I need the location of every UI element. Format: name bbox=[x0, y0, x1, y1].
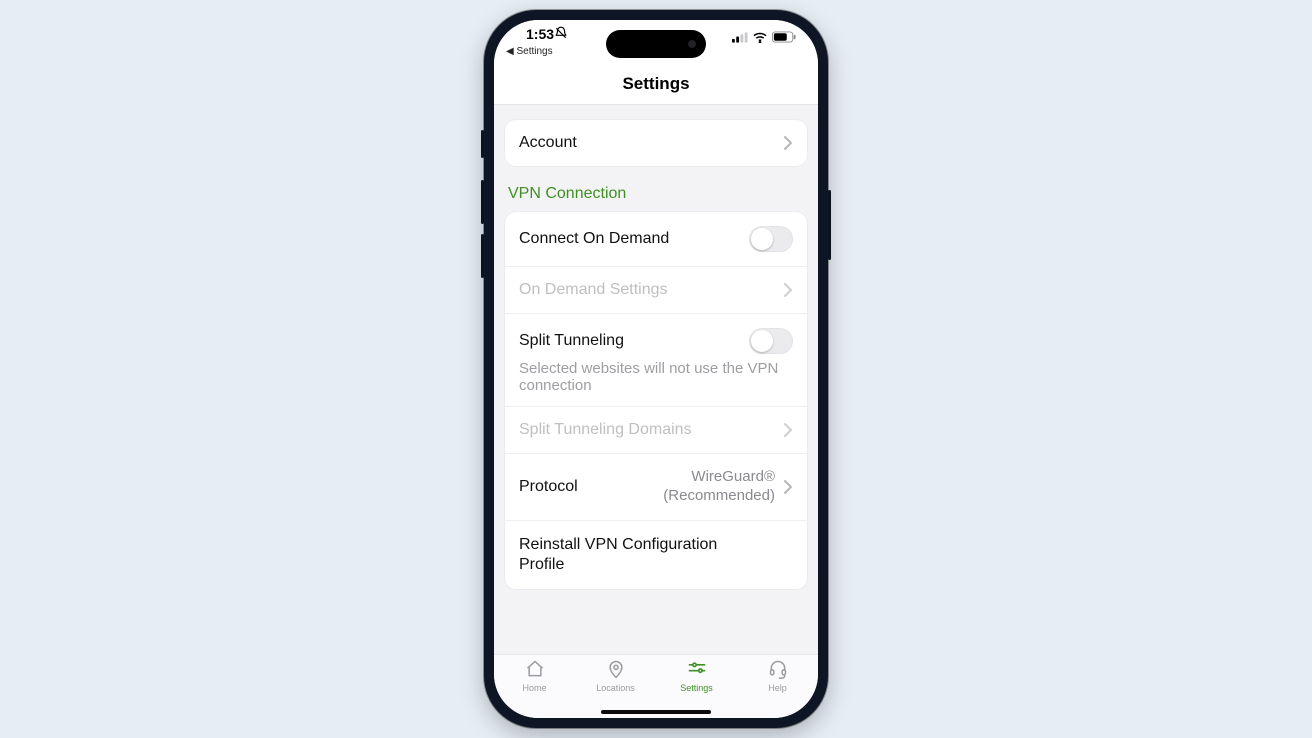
wifi-icon bbox=[752, 30, 768, 48]
breadcrumb-back[interactable]: ◀ Settings bbox=[506, 46, 553, 57]
tab-label: Settings bbox=[680, 683, 713, 693]
phone-side-button bbox=[481, 130, 484, 158]
tab-label: Locations bbox=[596, 683, 635, 693]
settings-content[interactable]: Account VPN Connection Connect On Demand… bbox=[494, 105, 818, 654]
protocol-row[interactable]: Protocol WireGuard® (Recommended) bbox=[505, 453, 807, 520]
connect-on-demand-row: Connect On Demand bbox=[505, 212, 807, 266]
tab-label: Home bbox=[522, 683, 546, 693]
breadcrumb-back-label: Settings bbox=[516, 46, 552, 57]
tab-locations[interactable]: Locations bbox=[575, 659, 656, 708]
split-tunneling-domains-label: Split Tunneling Domains bbox=[519, 421, 692, 439]
phone-side-button bbox=[828, 190, 831, 260]
chevron-right-icon bbox=[783, 282, 793, 298]
split-tunneling-toggle[interactable] bbox=[749, 328, 793, 354]
connect-on-demand-toggle[interactable] bbox=[749, 226, 793, 252]
chevron-right-icon bbox=[783, 135, 793, 151]
tab-label: Help bbox=[768, 683, 787, 693]
on-demand-settings-label: On Demand Settings bbox=[519, 281, 668, 299]
chevron-left-icon: ◀ bbox=[506, 46, 514, 57]
home-icon bbox=[525, 659, 545, 681]
phone-frame: 1:53 ◀ Settings bbox=[484, 10, 828, 728]
chevron-right-icon bbox=[783, 479, 793, 495]
phone-side-button bbox=[481, 234, 484, 278]
tab-settings[interactable]: Settings bbox=[656, 659, 737, 708]
reinstall-vpn-row[interactable]: Reinstall VPN Configuration Profile bbox=[505, 520, 807, 589]
tab-home[interactable]: Home bbox=[494, 659, 575, 708]
account-row[interactable]: Account bbox=[505, 120, 807, 166]
vpn-card: Connect On Demand On Demand Settings Spl… bbox=[504, 211, 808, 590]
phone-screen: 1:53 ◀ Settings bbox=[494, 20, 818, 718]
headset-icon bbox=[768, 659, 788, 681]
dynamic-island bbox=[606, 30, 706, 58]
on-demand-settings-row: On Demand Settings bbox=[505, 266, 807, 313]
reinstall-vpn-label: Reinstall VPN Configuration Profile bbox=[519, 535, 719, 575]
account-card: Account bbox=[504, 119, 808, 167]
split-tunneling-row: Split Tunneling bbox=[505, 313, 807, 360]
home-indicator[interactable] bbox=[494, 708, 818, 718]
vpn-section-title: VPN Connection bbox=[508, 185, 804, 203]
tab-bar: Home Locations Settings Help bbox=[494, 654, 818, 708]
split-tunneling-domains-row: Split Tunneling Domains bbox=[505, 406, 807, 453]
phone-side-button bbox=[481, 180, 484, 224]
split-tunneling-label: Split Tunneling bbox=[519, 332, 624, 350]
page-title: Settings bbox=[494, 74, 818, 94]
split-tunneling-description: Selected websites will not use the VPN c… bbox=[505, 360, 807, 406]
battery-icon bbox=[772, 30, 796, 48]
location-pin-icon bbox=[606, 659, 626, 681]
page-header: Settings bbox=[494, 68, 818, 105]
protocol-value: WireGuard® (Recommended) bbox=[578, 468, 775, 506]
status-time: 1:53 bbox=[526, 26, 554, 42]
protocol-label: Protocol bbox=[519, 478, 578, 496]
chevron-right-icon bbox=[783, 422, 793, 438]
sliders-icon bbox=[687, 659, 707, 681]
cellular-signal-icon bbox=[732, 30, 748, 48]
account-label: Account bbox=[519, 134, 577, 152]
connect-on-demand-label: Connect On Demand bbox=[519, 230, 669, 248]
bell-slash-icon bbox=[554, 26, 568, 45]
tab-help[interactable]: Help bbox=[737, 659, 818, 708]
